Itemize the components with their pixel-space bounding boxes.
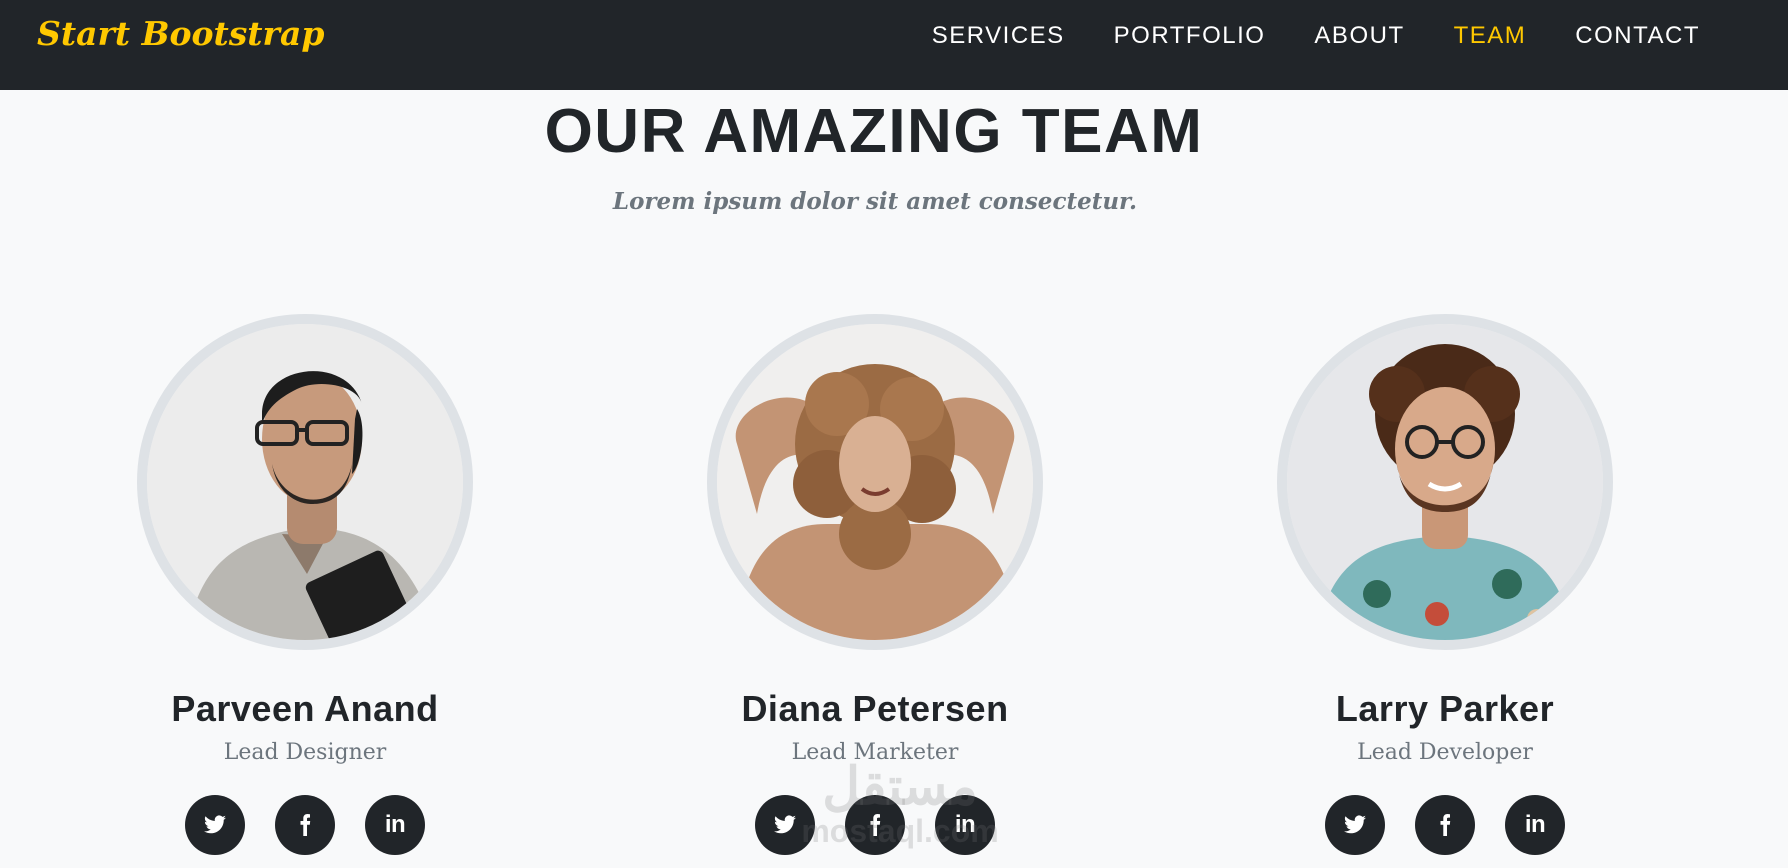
person-photo-man-curly-hair [1287, 324, 1603, 640]
team-member-card: Parveen Anand Lead Designer in [135, 314, 475, 855]
nav-links: SERVICES PORTFOLIO ABOUT TEAM CONTACT [932, 22, 1700, 50]
linkedin-button[interactable]: in [935, 795, 995, 855]
facebook-icon [1440, 814, 1451, 836]
member-role: Lead Designer [223, 740, 387, 765]
facebook-button[interactable] [1415, 795, 1475, 855]
social-links: in [705, 795, 1045, 855]
member-name: Parveen Anand [171, 688, 439, 729]
facebook-button[interactable] [275, 795, 335, 855]
twitter-icon [1344, 815, 1366, 834]
member-role: Lead Developer [1357, 740, 1533, 765]
member-photo [137, 314, 473, 650]
member-name: Diana Petersen [741, 688, 1009, 729]
member-photo [1277, 314, 1613, 650]
linkedin-button[interactable]: in [1505, 795, 1565, 855]
team-member-card: Larry Parker Lead Developer in [1275, 314, 1615, 855]
linkedin-icon: in [954, 811, 976, 838]
person-photo-woman-curly-hair [717, 324, 1033, 640]
nav-link-services[interactable]: SERVICES [932, 22, 1065, 50]
twitter-icon [774, 815, 796, 834]
linkedin-icon: in [1524, 811, 1546, 838]
member-name: Larry Parker [1335, 688, 1555, 729]
team-member-card: Diana Petersen Lead Marketer in [705, 314, 1045, 855]
member-role: Lead Marketer [791, 740, 959, 765]
nav-link-contact[interactable]: CONTACT [1575, 22, 1700, 50]
person-photo-man-glasses [147, 324, 463, 640]
member-photo [707, 314, 1043, 650]
facebook-icon [870, 814, 881, 836]
nav-link-about[interactable]: ABOUT [1314, 22, 1404, 50]
social-links: in [135, 795, 475, 855]
nav-link-portfolio[interactable]: PORTFOLIO [1114, 22, 1266, 50]
section-subheading: Lorem ipsum dolor sit amet consectetur. [612, 188, 1138, 215]
brand-logo[interactable]: Start Bootstrap [37, 14, 324, 53]
section-heading: OUR AMAZING TEAM [544, 97, 1204, 166]
social-links: in [1275, 795, 1615, 855]
nav-link-team[interactable]: TEAM [1454, 22, 1527, 50]
facebook-icon [300, 814, 311, 836]
twitter-button[interactable] [755, 795, 815, 855]
facebook-button[interactable] [845, 795, 905, 855]
linkedin-icon: in [384, 811, 406, 838]
linkedin-button[interactable]: in [365, 795, 425, 855]
twitter-button[interactable] [1325, 795, 1385, 855]
twitter-button[interactable] [185, 795, 245, 855]
twitter-icon [204, 815, 226, 834]
navbar: Start Bootstrap SERVICES PORTFOLIO ABOUT… [0, 0, 1788, 90]
